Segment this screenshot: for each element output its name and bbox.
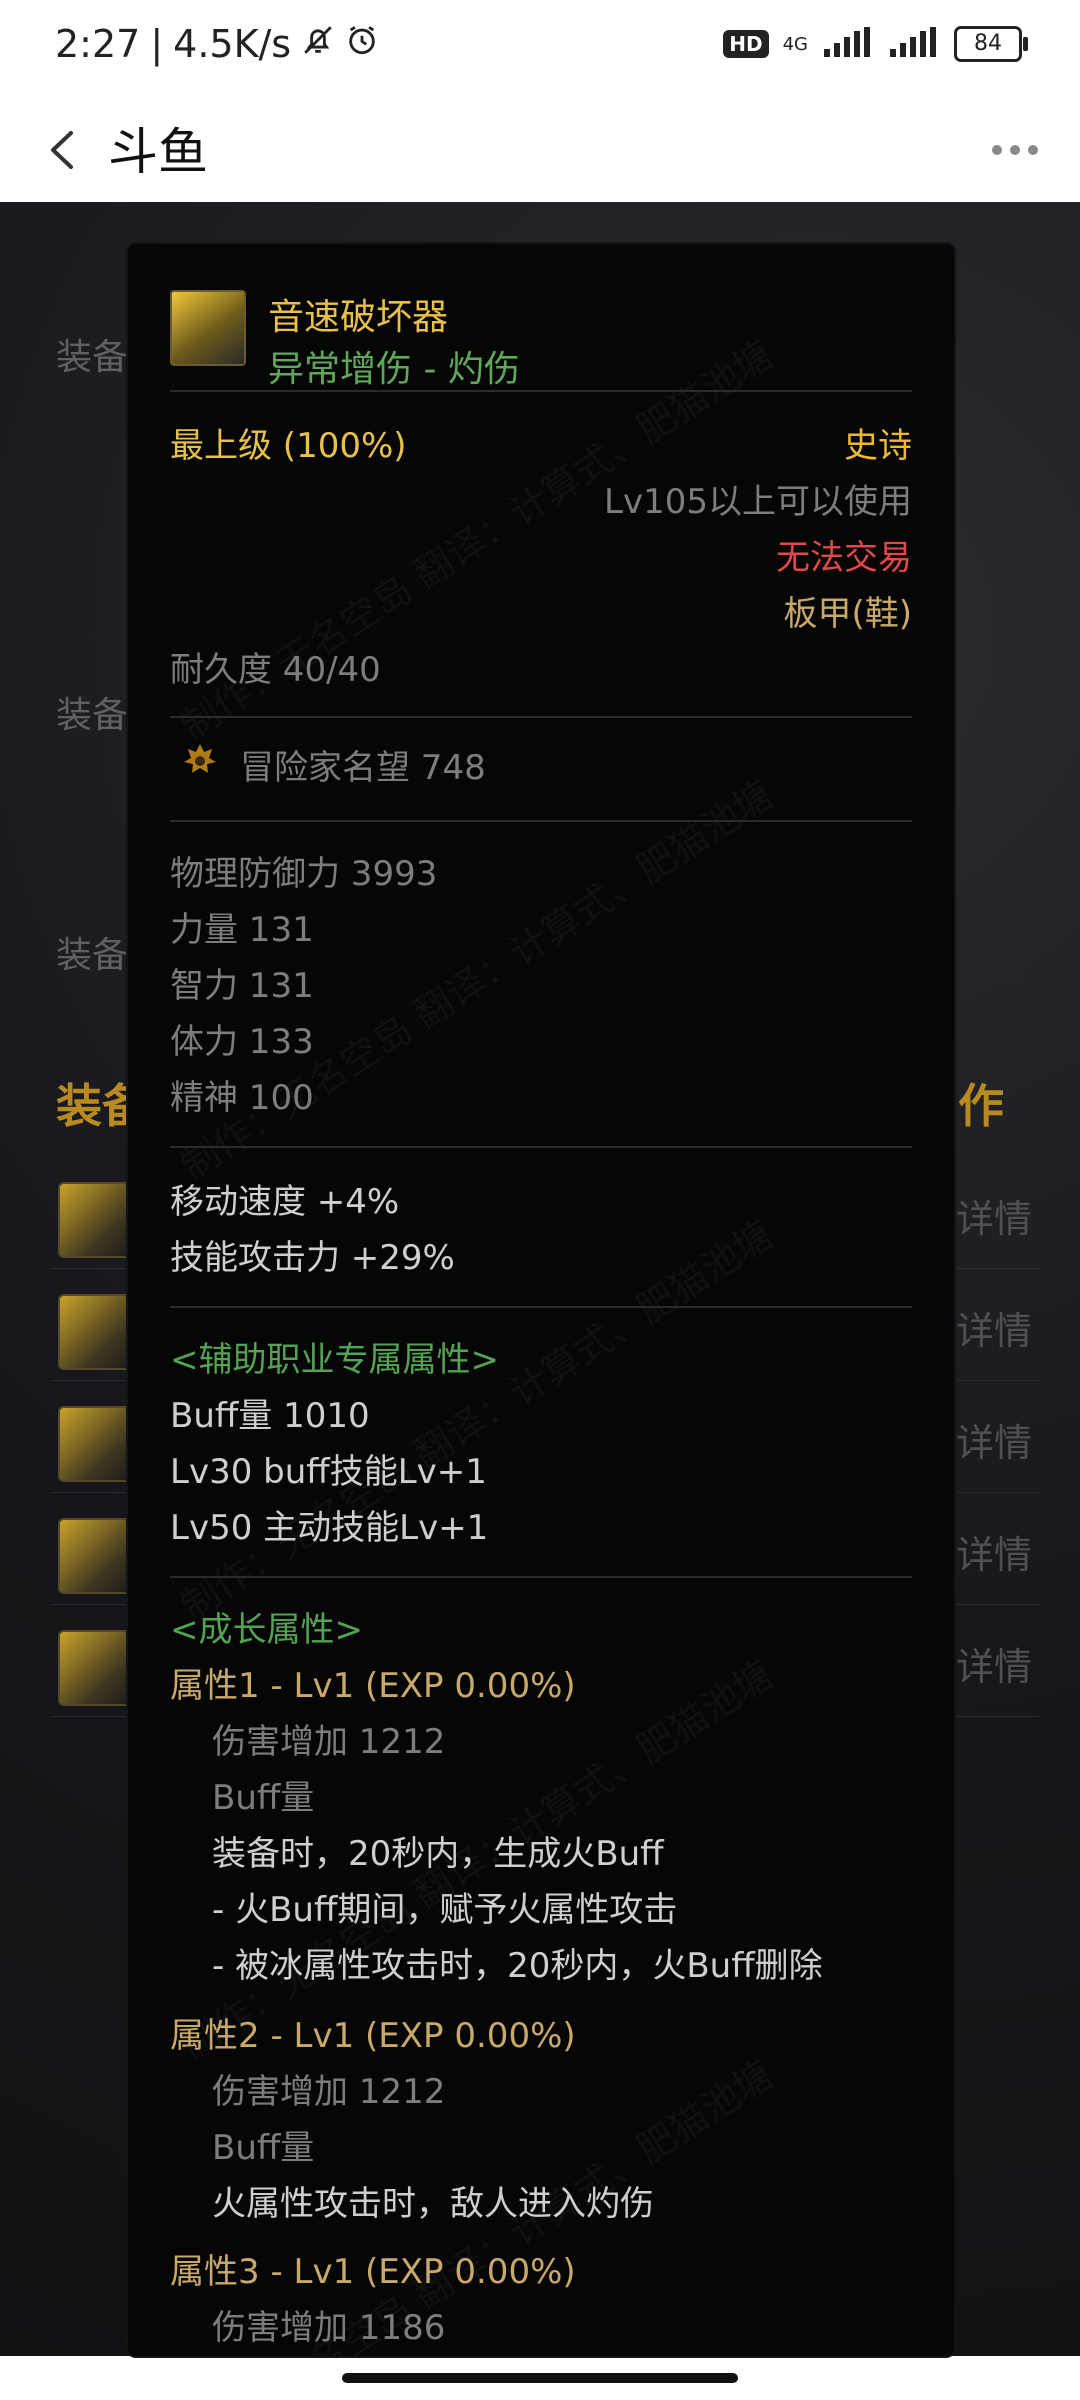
divider	[170, 1146, 912, 1148]
clock: 2:27	[55, 22, 141, 66]
trade-status: 无法交易	[776, 538, 912, 578]
equipment-thumb	[58, 1406, 134, 1482]
growth-attr-effect: - 火Buff期间，赋予火属性攻击	[212, 1890, 678, 1930]
level-requirement: Lv105以上可以使用	[604, 482, 912, 522]
item-grade: 最上级 (100%)	[170, 426, 407, 466]
detail-link[interactable]: 详情	[956, 1188, 1032, 1243]
item-tooltip: 制作：无名空岛 翻译：计算式、肥猫池塘 制作：无名空岛 翻译：计算式、肥猫池塘 …	[128, 244, 954, 2356]
equipment-thumb	[58, 1518, 134, 1594]
detail-link[interactable]: 详情	[956, 1524, 1032, 1579]
item-type: 板甲(鞋)	[783, 594, 912, 634]
growth-header: <成长属性>	[170, 1610, 363, 1650]
stat-physical-defense: 物理防御力 3993	[170, 854, 438, 894]
bg-equip-label: 装备	[56, 337, 129, 378]
crown-icon	[180, 740, 220, 789]
divider	[170, 820, 912, 822]
signal-icon	[822, 27, 874, 61]
bell-off-icon	[301, 22, 335, 66]
growth-attr-effect: 装备时，20秒内，生成火Buff	[212, 1834, 664, 1874]
divider	[170, 1576, 912, 1578]
adventurer-fame: 冒险家名望 748	[240, 748, 486, 788]
stat-strength: 力量 131	[170, 910, 314, 950]
status-bar: 2:27 | 4.5K/s HD 4G 84	[0, 0, 1080, 96]
support-stat: Buff量 1010	[170, 1396, 370, 1436]
stat-move-speed: 移动速度 +4%	[170, 1182, 400, 1222]
home-indicator[interactable]	[342, 2373, 738, 2383]
more-dot	[1028, 145, 1038, 155]
support-header: <辅助职业专属属性>	[170, 1340, 499, 1380]
net-speed: 4.5K/s	[173, 22, 292, 66]
page-title: 斗鱼	[108, 123, 208, 181]
stat-skill-attack: 技能攻击力 +29%	[170, 1238, 455, 1278]
detail-link[interactable]: 详情	[956, 1300, 1032, 1355]
divider	[170, 390, 912, 392]
equipment-thumb	[58, 1182, 134, 1258]
growth-attr-title: 属性3 - Lv1 (EXP 0.00%)	[170, 2252, 576, 2292]
growth-attr-buff: Buff量	[212, 2128, 315, 2168]
growth-attr-buff: Buff量	[212, 1778, 315, 1818]
item-name: 音速破坏器	[268, 297, 449, 338]
more-button[interactable]	[980, 120, 1050, 180]
support-stat: Lv50 主动技能Lv+1	[170, 1508, 489, 1548]
equipment-thumb	[58, 1294, 134, 1370]
growth-attr-title: 属性1 - Lv1 (EXP 0.00%)	[170, 1666, 576, 1706]
more-dot	[992, 145, 1002, 155]
bg-section-title-right: 作	[958, 1079, 1004, 1133]
status-separator: |	[150, 22, 164, 66]
growth-attr-effect: 火属性攻击时，敌人进入灼伤	[212, 2184, 654, 2224]
equipment-thumb	[58, 1630, 134, 1706]
boots-icon	[170, 290, 246, 366]
stat-vitality: 体力 133	[170, 1022, 314, 1062]
stat-intelligence: 智力 131	[170, 966, 314, 1006]
item-rarity: 史诗	[844, 426, 912, 466]
growth-attr-title: 属性2 - Lv1 (EXP 0.00%)	[170, 2016, 576, 2056]
status-right: HD 4G 84	[723, 26, 1028, 62]
growth-attr-damage: 伤害增加 1186	[212, 2308, 446, 2348]
support-stat: Lv30 buff技能Lv+1	[170, 1452, 487, 1492]
more-dot	[1010, 145, 1020, 155]
item-header: 音速破坏器 异常增伤 - 灼伤	[170, 290, 910, 414]
divider	[170, 1306, 912, 1308]
growth-attr-damage: 伤害增加 1212	[212, 1722, 446, 1762]
detail-link[interactable]: 详情	[956, 1412, 1032, 1467]
detail-link[interactable]: 详情	[956, 1636, 1032, 1691]
item-subtitle: 异常增伤 - 灼伤	[268, 349, 520, 390]
alarm-icon	[345, 22, 379, 66]
chevron-left-icon	[51, 131, 73, 169]
divider	[170, 716, 912, 718]
bg-equip-label: 装备	[56, 695, 129, 736]
bg-equip-label: 装备	[56, 935, 129, 976]
hd-badge: HD	[723, 30, 769, 58]
battery-icon: 84	[954, 26, 1028, 62]
growth-attr-effect: - 被冰属性攻击时，20秒内，火Buff删除	[212, 1946, 823, 1986]
back-button[interactable]	[32, 120, 92, 180]
app-bar: 斗鱼	[0, 96, 1080, 202]
signal-icon-2	[888, 27, 940, 61]
network-type: 4G	[782, 33, 808, 55]
status-left: 2:27 | 4.5K/s	[55, 22, 379, 66]
durability: 耐久度 40/40	[170, 650, 381, 690]
stat-spirit: 精神 100	[170, 1078, 314, 1118]
growth-attr-damage: 伤害增加 1212	[212, 2072, 446, 2112]
